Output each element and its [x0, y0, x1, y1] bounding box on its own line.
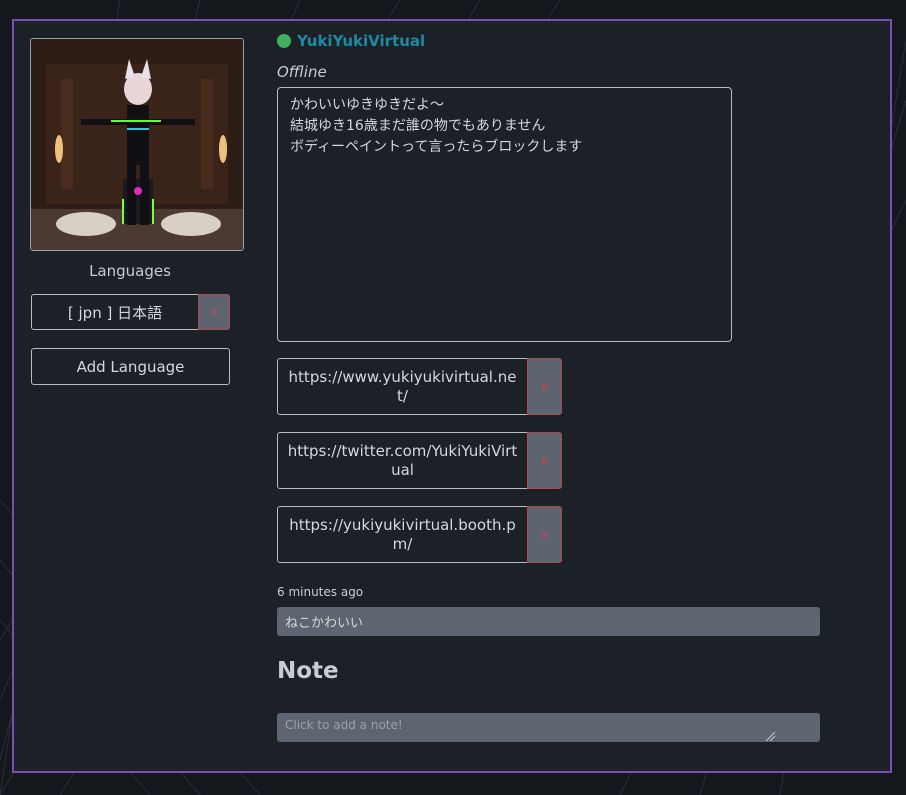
- note-placeholder: Click to add a note!: [285, 718, 403, 732]
- status-text: Offline: [277, 63, 327, 81]
- username[interactable]: YukiYukiVirtual: [297, 32, 425, 50]
- status-indicator-icon: [277, 34, 291, 48]
- close-icon: ×: [208, 305, 220, 319]
- note-heading: Note: [277, 658, 339, 684]
- language-item: [ jpn ] 日本語: [31, 294, 199, 330]
- avatar-thumbnail[interactable]: [30, 38, 244, 251]
- bio-textarea[interactable]: かわいいゆきゆきだよ～ 結城ゆき16歳まだ誰の物でもありません ボディーペイント…: [277, 87, 732, 342]
- close-icon: ×: [539, 527, 550, 542]
- bio-link[interactable]: https://twitter.com/YukiYukiVirtual: [277, 432, 528, 489]
- bio-line: ボディーペイントって言ったらブロックします: [290, 139, 583, 155]
- bio-line: 結城ゆき16歳まだ誰の物でもありません: [290, 118, 546, 134]
- remove-link-button[interactable]: ×: [527, 432, 562, 489]
- remove-link-button[interactable]: ×: [527, 506, 562, 563]
- languages-label: Languages: [89, 262, 171, 280]
- resize-handle-icon[interactable]: [764, 730, 776, 742]
- status-timestamp: 6 minutes ago: [277, 585, 364, 599]
- note-input[interactable]: Click to add a note!: [277, 713, 820, 742]
- status-message-input[interactable]: ねこかわいい: [277, 607, 820, 636]
- bio-link[interactable]: https://yukiyukivirtual.booth.pm/: [277, 506, 528, 563]
- profile-header: YukiYukiVirtual: [277, 32, 425, 50]
- bio-line: かわいいゆきゆきだよ～: [290, 97, 444, 113]
- close-icon: ×: [539, 453, 550, 468]
- bio-link[interactable]: https://www.yukiyukivirtual.net/: [277, 358, 528, 415]
- close-icon: ×: [539, 379, 550, 394]
- add-language-button[interactable]: Add Language: [31, 348, 230, 385]
- remove-language-button[interactable]: ×: [198, 294, 230, 330]
- remove-link-button[interactable]: ×: [527, 358, 562, 415]
